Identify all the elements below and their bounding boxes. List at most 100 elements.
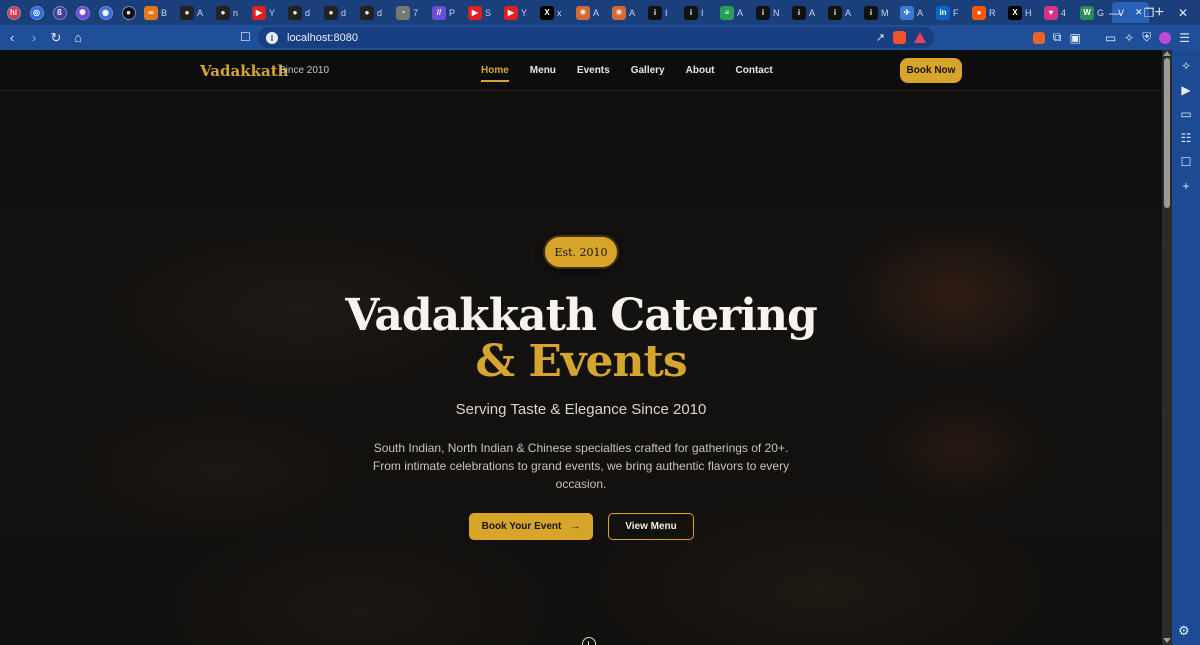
address-bar[interactable]: i localhost:8080 ↗ [258, 27, 934, 48]
burst-icon: ✳ [612, 5, 626, 20]
hero-tagline: Serving Taste & Elegance Since 2010 [455, 401, 707, 418]
blue-circle-icon: ◎ [29, 5, 44, 20]
tab-label: A [593, 7, 600, 18]
hi-icon: hi [6, 5, 21, 20]
tab-label: A [197, 7, 204, 18]
browser-tab[interactable]: ● d [284, 2, 320, 23]
close-window-button[interactable]: ✕ [1166, 6, 1200, 20]
youtube-icon: ▶ [468, 5, 482, 20]
browser-tab[interactable]: ● R [968, 2, 1004, 23]
main-nav: Home Menu Events Gallery About Contact [481, 65, 794, 82]
nav-events[interactable]: Events [577, 65, 610, 76]
extensions-icon[interactable]: ⧉ [1053, 30, 1062, 45]
wallet-sidebar-icon[interactable]: ▭ [1178, 106, 1194, 122]
browser-tab[interactable]: iA [824, 2, 860, 23]
tab-label: d [305, 7, 311, 18]
nav-menu[interactable]: Menu [530, 65, 556, 76]
scroll-up-arrow-icon[interactable] [1163, 51, 1171, 56]
browser-tab[interactable]: iM [860, 2, 896, 23]
browser-tab[interactable]: iN [752, 2, 788, 23]
browser-tab[interactable]: ● d [356, 2, 392, 23]
browser-tab[interactable]: hi [2, 2, 25, 23]
forward-icon[interactable]: › [24, 28, 44, 48]
browser-tab[interactable]: ✈ A [896, 2, 932, 23]
tab-label: Y [269, 7, 276, 18]
w-icon: W [1080, 5, 1094, 20]
browser-tab[interactable]: ▶ Y [248, 2, 284, 23]
bird-icon: ✈ [900, 5, 914, 20]
browser-tab[interactable]: ♥ 4 [1040, 2, 1076, 23]
scroll-down-arrow-icon[interactable] [1163, 638, 1171, 643]
nav-contact[interactable]: Contact [736, 65, 773, 76]
browser-tab[interactable]: ∞ B [140, 2, 176, 23]
tab-label: 4 [1061, 7, 1067, 18]
purple-icon: ✺ [75, 5, 90, 20]
wallet-icon[interactable]: ▭ [1105, 31, 1116, 45]
home-icon[interactable]: ⌂ [68, 28, 88, 48]
sidebar-settings-icon[interactable]: ⚙ [1178, 623, 1190, 639]
screenshot-icon[interactable]: ▣ [1069, 31, 1080, 45]
browser-tab[interactable]: iA [788, 2, 824, 23]
page-scrollbar[interactable] [1162, 50, 1172, 645]
leo-sidebar-icon[interactable]: ✧ [1178, 58, 1194, 74]
browser-tab[interactable]: ✺ [71, 2, 94, 23]
browser-tab[interactable]: ◉ [94, 2, 117, 23]
browser-tab[interactable]: ● n [212, 2, 248, 23]
browser-tab[interactable]: //P [428, 2, 464, 23]
tab-label: R [989, 7, 996, 18]
menu-icon[interactable]: ☰ [1179, 31, 1190, 45]
book-your-event-button[interactable]: Book Your Event → [469, 513, 593, 540]
browser-tab[interactable]: ✳ A [572, 2, 608, 23]
tab-label: B [161, 7, 168, 18]
browser-tab[interactable]: ß [48, 2, 71, 23]
site-logo[interactable]: Vadakkath [200, 62, 289, 80]
browser-sidebar: ✧ ▶ ▭ ☷ ☐ + [1172, 50, 1200, 645]
nav-about[interactable]: About [686, 65, 715, 76]
browser-tab[interactable]: ◔ 7 [392, 2, 428, 23]
reading-list-icon[interactable]: ☷ [1178, 130, 1194, 146]
profile-icon[interactable] [1159, 31, 1172, 44]
browser-tab[interactable]: ◎ [25, 2, 48, 23]
book-your-event-label: Book Your Event [481, 521, 562, 532]
tab-label: S [485, 7, 492, 18]
tab-label: F [953, 7, 959, 18]
extensions-area: ⧉ ▣ ▭ ✧ ⛨ ☰ [1032, 25, 1200, 50]
tab-label: A [917, 7, 924, 18]
view-menu-button[interactable]: View Menu [608, 513, 694, 540]
brave-shields-icon[interactable] [893, 31, 906, 44]
browser-tab[interactable]: ≡ A [716, 2, 752, 23]
add-sidebar-item-icon[interactable]: + [1178, 178, 1194, 194]
extension-fox-icon[interactable] [1032, 31, 1045, 44]
site-info-icon[interactable]: i [266, 31, 278, 44]
playlist-icon[interactable]: ▶ [1178, 82, 1194, 98]
share-icon[interactable]: ↗ [876, 31, 885, 44]
leo-ai-icon[interactable]: ✧ [1124, 31, 1134, 45]
browser-tab[interactable]: XH [1004, 2, 1040, 23]
browser-tab[interactable]: ▶ Y [500, 2, 536, 23]
url-text[interactable]: localhost:8080 [287, 32, 358, 44]
maximize-button[interactable]: ❐ [1132, 6, 1166, 20]
browser-tab[interactable]: ● d [320, 2, 356, 23]
browser-tab[interactable]: ▶ S [464, 2, 500, 23]
nav-home[interactable]: Home [481, 65, 509, 82]
reload-icon[interactable]: ↻ [46, 28, 66, 48]
browser-tab[interactable]: iI [644, 2, 680, 23]
scrollbar-thumb[interactable] [1164, 58, 1170, 208]
brave-rewards-icon[interactable] [914, 32, 926, 43]
browser-tab[interactable]: in F [932, 2, 968, 23]
tab-list: hi ◎ ß ✺ ◉ ● ∞ B ● A ● n ▶ Y ● d ● d ● d ◔ 7//P ▶ S ▶ Y Xx ✳ A ✳ Ai Ii I… [0, 0, 1112, 25]
nav-gallery[interactable]: Gallery [631, 65, 665, 76]
book-now-button[interactable]: Book Now [900, 58, 962, 83]
vpn-icon[interactable]: ⛨ [1142, 30, 1151, 45]
browser-tab[interactable]: ● [117, 2, 140, 23]
browser-tab[interactable]: ● A [176, 2, 212, 23]
minimize-button[interactable]: — [1098, 6, 1132, 20]
bookmark-icon[interactable]: ☐ [240, 30, 251, 44]
browser-tab[interactable]: Xx [536, 2, 572, 23]
scroll-down-icon[interactable] [582, 637, 596, 645]
tab-label: n [233, 7, 239, 18]
back-icon[interactable]: ‹ [2, 28, 22, 48]
browser-tab[interactable]: iI [680, 2, 716, 23]
bookmarks-sidebar-icon[interactable]: ☐ [1178, 154, 1194, 170]
browser-tab[interactable]: ✳ A [608, 2, 644, 23]
